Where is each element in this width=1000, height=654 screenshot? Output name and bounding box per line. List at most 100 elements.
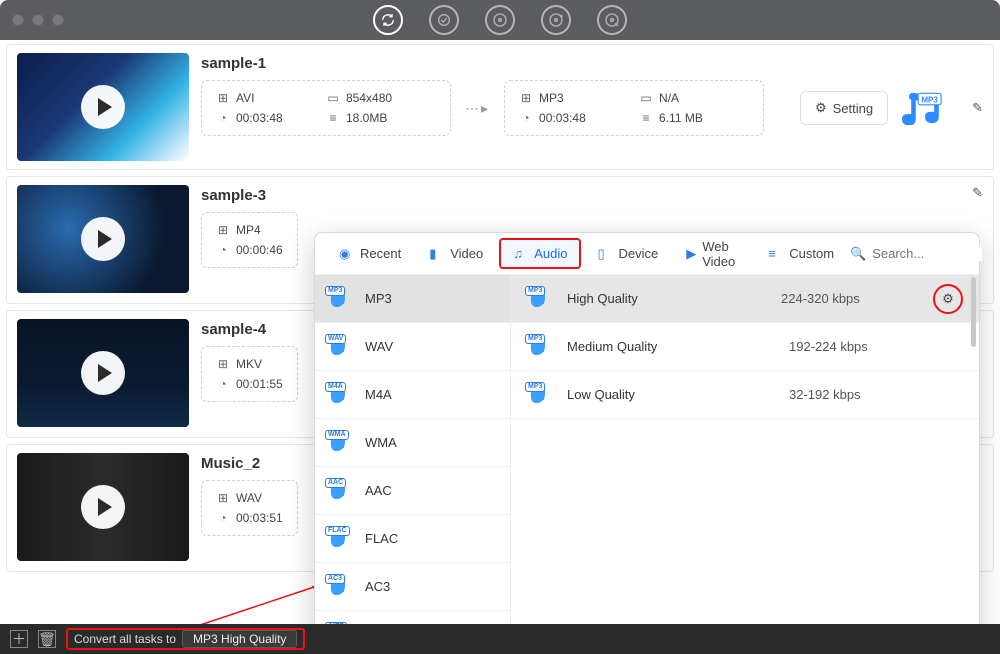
delete-task-button[interactable]: 🗑: [38, 630, 56, 648]
format-popover: ◉ Recent ▮Video ♫Audio ▯ Device ▶ Web Video…: [314, 232, 980, 624]
play-icon[interactable]: [81, 217, 125, 261]
format-label: AC3: [365, 579, 390, 594]
setting-label: Setting: [833, 101, 873, 116]
tab-label: Recent: [360, 246, 401, 261]
container-icon: ⊞: [216, 357, 230, 371]
convert-all-selection[interactable]: MP3 High Quality: [182, 630, 297, 648]
video-thumbnail[interactable]: [17, 185, 189, 293]
gear-icon[interactable]: ⚙: [933, 284, 963, 314]
size-icon: ≡: [639, 111, 653, 125]
edit-icon[interactable]: ✎: [972, 100, 983, 116]
format-label: WMA: [365, 435, 397, 450]
tab-label: Web Video: [702, 239, 740, 269]
format-item-ac3[interactable]: AC3AC3: [315, 563, 510, 611]
video-thumbnail[interactable]: [17, 319, 189, 427]
resolution-icon: ▭: [639, 91, 653, 105]
quality-label: High Quality: [567, 291, 769, 306]
search-box[interactable]: 🔍: [850, 246, 982, 262]
size-icon: ≡: [326, 111, 340, 125]
source-info-box: ⊞ MKV ◔ 00:01:55: [201, 346, 298, 402]
container-icon: ⊞: [216, 91, 230, 105]
format-item-aiff[interactable]: AIFFAIFF: [315, 611, 510, 624]
convert-all-label: Convert all tasks to: [74, 632, 176, 646]
quality-bitrate: 32-192 kbps: [789, 387, 929, 402]
source-duration: 00:01:55: [236, 377, 283, 391]
tab-web-video[interactable]: ▶ Web Video: [674, 233, 752, 275]
quality-item-medium[interactable]: MP3 Medium Quality 192-224 kbps ⚙: [511, 323, 979, 371]
duration-icon: ◔: [216, 377, 230, 391]
source-resolution: 854x480: [346, 91, 392, 105]
edit-icon[interactable]: ✎: [972, 185, 983, 201]
duration-icon: ◔: [216, 511, 230, 525]
scrollbar[interactable]: [971, 277, 976, 347]
add-task-button[interactable]: ＋: [10, 630, 28, 648]
toolbar-media-icon[interactable]: [485, 5, 515, 35]
device-icon: ▯: [597, 246, 612, 261]
format-item-wav[interactable]: WAVWAV: [315, 323, 510, 371]
tab-custom[interactable]: ≡Custom: [756, 240, 846, 267]
minimize-window-icon[interactable]: [32, 14, 44, 26]
video-thumbnail[interactable]: [17, 53, 189, 161]
close-window-icon[interactable]: [12, 14, 24, 26]
search-icon: 🔍: [850, 246, 866, 262]
footer-bar: ＋ 🗑 Convert all tasks to MP3 High Qualit…: [0, 624, 1000, 654]
format-item-m4a[interactable]: M4AM4A: [315, 371, 510, 419]
quality-item-high[interactable]: MP3 High Quality 224-320 kbps ⚙: [511, 275, 979, 323]
play-icon[interactable]: [81, 85, 125, 129]
task-title: sample-3: [201, 187, 960, 204]
source-container: MP4: [236, 223, 261, 237]
tab-audio[interactable]: ♫Audio: [499, 238, 581, 269]
target-info-box: ⊞MP3 ▭N/A ◔00:03:48 ≡6.11 MB: [504, 80, 764, 136]
toolbar: [373, 5, 627, 35]
container-icon: ⊞: [519, 91, 533, 105]
play-icon[interactable]: [81, 485, 125, 529]
source-duration: 00:00:46: [236, 243, 283, 257]
setting-button[interactable]: ⚙ Setting: [800, 91, 888, 125]
toolbar-sync-icon[interactable]: [429, 5, 459, 35]
source-size: 18.0MB: [346, 111, 387, 125]
container-icon: ⊞: [216, 491, 230, 505]
app-window: sample-1 ⊞ AVI ▭ 854x480 ◔ 00:03:48 ≡ 18.0MB…: [0, 0, 1000, 654]
play-icon[interactable]: [81, 351, 125, 395]
source-container: MKV: [236, 357, 262, 371]
format-item-mp3[interactable]: MP3MP3: [315, 275, 510, 323]
target-duration: 00:03:48: [539, 111, 586, 125]
source-container: AVI: [236, 91, 254, 105]
format-item-wma[interactable]: WMAWMA: [315, 419, 510, 467]
format-badge[interactable]: MP3: [902, 91, 948, 125]
task-card[interactable]: sample-1 ⊞ AVI ▭ 854x480 ◔ 00:03:48 ≡ 18.0MB…: [6, 44, 994, 170]
source-duration: 00:03:51: [236, 511, 283, 525]
format-list[interactable]: MP3MP3 WAVWAV M4AM4A WMAWMA AACAAC FLACF…: [315, 275, 511, 624]
convert-all-control[interactable]: Convert all tasks to MP3 High Quality: [66, 628, 305, 650]
resolution-icon: ▭: [326, 91, 340, 105]
recent-icon: ◉: [339, 246, 354, 261]
tab-recent[interactable]: ◉ Recent: [327, 240, 413, 267]
tab-video[interactable]: ▮Video: [417, 240, 495, 267]
duration-icon: ◔: [519, 111, 533, 125]
duration-icon: ◔: [216, 111, 230, 125]
task-title: sample-1: [201, 55, 983, 72]
target-container: MP3: [539, 91, 564, 105]
format-item-flac[interactable]: FLACFLAC: [315, 515, 510, 563]
quality-item-low[interactable]: MP3 Low Quality 32-192 kbps ⚙: [511, 371, 979, 419]
format-item-aac[interactable]: AACAAC: [315, 467, 510, 515]
quality-bitrate: 192-224 kbps: [789, 339, 929, 354]
toolbar-media-add-icon[interactable]: [541, 5, 571, 35]
source-duration: 00:03:48: [236, 111, 283, 125]
format-label: FLAC: [365, 531, 398, 546]
toolbar-media-play-icon[interactable]: [597, 5, 627, 35]
tab-label: Device: [618, 246, 658, 261]
video-thumbnail[interactable]: [17, 453, 189, 561]
toolbar-convert-icon[interactable]: [373, 5, 403, 35]
web-icon: ▶: [686, 246, 696, 261]
quality-bitrate: 224-320 kbps: [781, 291, 921, 306]
tab-device[interactable]: ▯ Device: [585, 240, 670, 267]
source-info-box: ⊞WAV ◔00:03:51: [201, 480, 298, 536]
zoom-window-icon[interactable]: [52, 14, 64, 26]
titlebar: [0, 0, 1000, 40]
quality-list[interactable]: MP3 High Quality 224-320 kbps ⚙ MP3 Medi…: [511, 275, 979, 624]
target-resolution: N/A: [659, 91, 679, 105]
format-label: M4A: [365, 387, 392, 402]
tab-label: Video: [450, 246, 483, 261]
search-input[interactable]: [872, 246, 982, 261]
